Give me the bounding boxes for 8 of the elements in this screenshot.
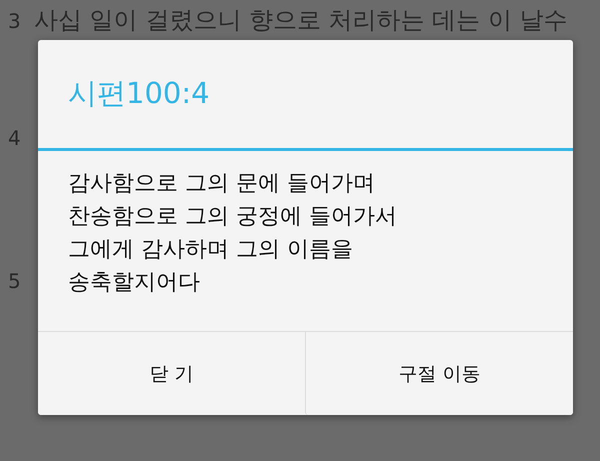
verse-text: 사십 일이 걸렸으니 향으로 처리하는 데는 이 날수	[34, 5, 568, 36]
verse-number: 4	[7, 126, 22, 150]
close-button[interactable]: 닫 기	[38, 332, 305, 415]
verse-number: 5	[7, 269, 22, 293]
verse-number: 3	[7, 9, 22, 33]
dialog-title: 시편100:4	[67, 75, 210, 112]
verse-text: 감사함으로 그의 문에 들어가며 찬송함으로 그의 궁정에 들어가서 그에게 감사하며 그의 이름을 송축할지어다	[67, 170, 398, 297]
go-to-verse-button[interactable]: 구절 이동	[305, 332, 573, 415]
